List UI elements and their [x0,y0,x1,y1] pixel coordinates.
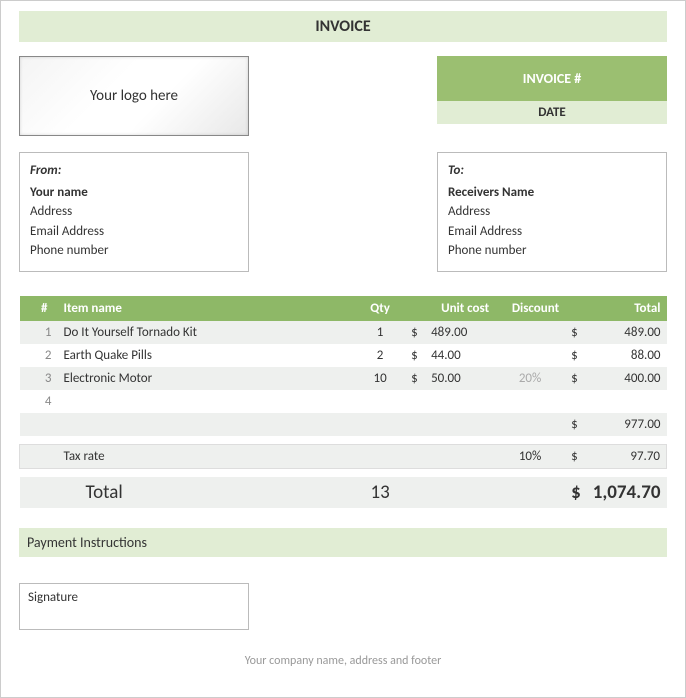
row-discount [495,321,565,344]
row-cost-currency: $ [405,344,425,367]
grand-currency: $ [565,477,587,508]
logo-placeholder: Your logo here [19,56,249,136]
row-name [58,390,356,413]
to-box: To: Receivers Name Address Email Address… [437,152,667,272]
tax-amount: 97.70 [587,444,667,468]
header-unit-cost: Unit cost [405,296,495,321]
to-address: Address [448,202,656,222]
row-total: 400.00 [587,367,667,390]
row-cost-currency: $ [405,367,425,390]
row-qty: 10 [355,367,405,390]
invoice-meta: INVOICE # DATE [437,56,667,136]
row-num: 3 [20,367,58,390]
header-discount: Discount [495,296,565,321]
table-row: 3Electronic Motor10$50.0020%$400.00 [20,367,667,390]
row-qty: 2 [355,344,405,367]
row-qty [355,390,405,413]
subtotal-row: $ 977.00 [20,413,667,436]
row-cost-currency: $ [405,321,425,344]
subtotal-currency: $ [565,413,587,436]
row-total-currency [565,390,587,413]
row-cost [425,390,495,413]
invoice-number-label: INVOICE # [437,56,667,101]
from-name: Your name [30,183,238,203]
grand-total-row: Total 13 $ 1,074.70 [20,477,667,508]
to-email: Email Address [448,222,656,242]
row-cost: 44.00 [425,344,495,367]
row-total: 88.00 [587,344,667,367]
header-item: Item name [58,296,356,321]
grand-amount: 1,074.70 [587,477,667,508]
address-row: From: Your name Address Email Address Ph… [19,152,667,272]
top-row: Your logo here INVOICE # DATE [19,56,667,136]
to-label: To: [448,161,656,181]
from-box: From: Your name Address Email Address Ph… [19,152,249,272]
invoice-date-label: DATE [437,101,667,124]
row-discount [495,344,565,367]
signature-box: Signature [19,583,249,630]
subtotal-value: 977.00 [587,413,667,436]
row-name: Electronic Motor [58,367,356,390]
title-bar: INVOICE [19,11,667,42]
table-row: 2Earth Quake Pills2$44.00$88.00 [20,344,667,367]
to-phone: Phone number [448,241,656,261]
row-total-currency: $ [565,344,587,367]
from-phone: Phone number [30,241,238,261]
row-num: 4 [20,390,58,413]
row-cost: 50.00 [425,367,495,390]
invoice-page: INVOICE Your logo here INVOICE # DATE Fr… [0,0,686,698]
from-label: From: [30,161,238,181]
table-row: 4 [20,390,667,413]
table-row: 1Do It Yourself Tornado Kit1$489.00$489.… [20,321,667,344]
to-name: Receivers Name [448,183,656,203]
row-cost: 489.00 [425,321,495,344]
row-num: 2 [20,344,58,367]
header-num: # [20,296,58,321]
payment-instructions: Payment Instructions [19,528,667,557]
row-qty: 1 [355,321,405,344]
header-row: # Item name Qty Unit cost Discount Total [20,296,667,321]
tax-rate: 10% [495,444,565,468]
row-num: 1 [20,321,58,344]
row-total [587,390,667,413]
row-total-currency: $ [565,367,587,390]
from-address: Address [30,202,238,222]
tax-row: Tax rate 10% $ 97.70 [20,444,667,468]
grand-qty: 13 [355,477,405,508]
items-table: # Item name Qty Unit cost Discount Total… [19,296,667,508]
row-total-currency: $ [565,321,587,344]
row-discount [495,390,565,413]
row-discount: 20% [495,367,565,390]
row-name: Do It Yourself Tornado Kit [58,321,356,344]
row-name: Earth Quake Pills [58,344,356,367]
grand-label: Total [58,477,356,508]
row-total: 489.00 [587,321,667,344]
row-cost-currency [405,390,425,413]
header-qty: Qty [355,296,405,321]
tax-label: Tax rate [58,444,356,468]
footer-text: Your company name, address and footer [19,654,667,668]
header-total: Total [565,296,666,321]
from-email: Email Address [30,222,238,242]
tax-currency: $ [565,444,587,468]
